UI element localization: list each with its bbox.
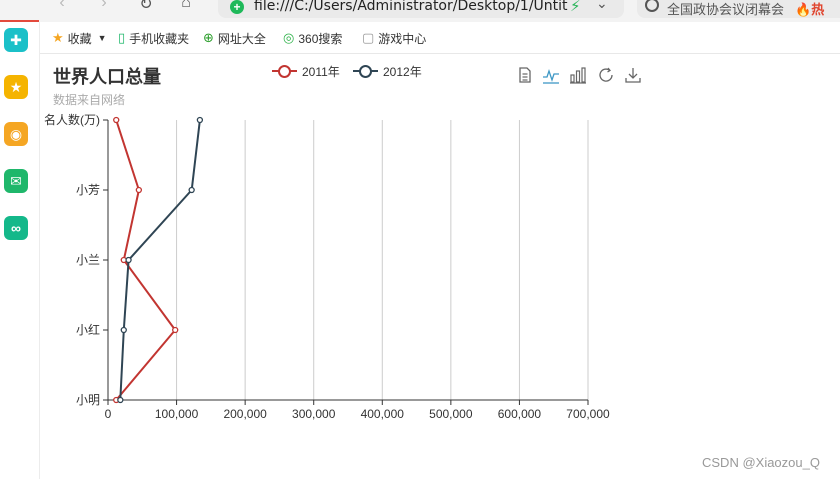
legend-label: 2011年 bbox=[302, 64, 340, 79]
y-tick-label: 小红 bbox=[76, 322, 100, 337]
data-point bbox=[120, 256, 127, 264]
bookmark-label: 网址大全 bbox=[217, 31, 266, 46]
y-tick-label: 小兰 bbox=[76, 253, 100, 267]
restore-icon[interactable] bbox=[597, 66, 615, 84]
page-icon: ▢ bbox=[362, 30, 375, 45]
bookmarks-bar: ★ 收藏 ▼ ▯ 手机收藏夹 ⊕ 网址大全 ◎ 360搜索 ▢ 游戏中心 bbox=[40, 22, 840, 54]
weibo-icon[interactable]: ◉ bbox=[4, 122, 28, 146]
x-tick-label: 200,000 bbox=[223, 407, 267, 421]
hot-badge-label: 热 bbox=[811, 2, 825, 17]
watermark: CSDN @Xiaozou_Q bbox=[702, 455, 820, 470]
chart-title: 世界人口总量 bbox=[53, 67, 161, 87]
forward-icon[interactable]: › bbox=[94, 0, 114, 14]
browser-toolbar: ‹ › ↻ ⌂ + file:///C:/Users/Administrator… bbox=[0, 0, 840, 22]
mail-icon[interactable]: ✉ bbox=[4, 169, 28, 193]
legend-label: 2012年 bbox=[383, 64, 422, 79]
cloud-icon[interactable]: ∞ bbox=[4, 216, 28, 240]
phone-icon: ▯ bbox=[118, 30, 126, 45]
bookmark-mobile[interactable]: ▯ 手机收藏夹 bbox=[118, 29, 189, 47]
add-site-icon[interactable]: + bbox=[230, 0, 244, 14]
bookmark-favorites[interactable]: ★ 收藏 ▼ bbox=[52, 29, 107, 47]
search-360-icon: ◎ bbox=[283, 30, 295, 45]
line-chart-icon[interactable] bbox=[542, 66, 560, 84]
data-point bbox=[188, 186, 195, 194]
data-view-icon[interactable] bbox=[516, 66, 534, 84]
series-line-2012年 bbox=[119, 119, 201, 401]
bookmark-label: 360搜索 bbox=[298, 31, 343, 46]
download-icon[interactable] bbox=[624, 66, 642, 84]
x-tick-label: 100,000 bbox=[155, 407, 199, 421]
search-box[interactable]: 全国政协会议闭幕会 🔥热 bbox=[637, 0, 840, 18]
legend-2012[interactable]: 2012年 bbox=[353, 63, 422, 79]
hot-badge: 🔥热 bbox=[795, 0, 824, 18]
bookmark-games[interactable]: ▢ 游戏中心 bbox=[362, 29, 426, 47]
bar-chart-icon[interactable] bbox=[569, 66, 587, 84]
home-icon[interactable]: ⌂ bbox=[176, 0, 196, 14]
data-point bbox=[172, 326, 179, 334]
bookmark-label: 手机收藏夹 bbox=[129, 31, 190, 46]
search-input[interactable]: 全国政协会议闭幕会 bbox=[667, 0, 784, 18]
y-tick-label: 小芳 bbox=[76, 183, 100, 197]
address-text[interactable]: file:///C:/Users/Administrator/Desktop/1… bbox=[254, 0, 568, 14]
sidebar-accent bbox=[0, 20, 39, 22]
caret-down-icon[interactable]: ▼ bbox=[98, 33, 107, 43]
series-line-2011年 bbox=[115, 119, 177, 401]
lightning-icon[interactable]: ⚡ bbox=[570, 0, 581, 15]
legend-2011[interactable]: 2011年 bbox=[272, 63, 340, 79]
legend-line-icon bbox=[353, 64, 378, 78]
fire-icon: 🔥 bbox=[795, 2, 812, 17]
x-tick-label: 400,000 bbox=[361, 407, 405, 421]
globe-icon: ⊕ bbox=[203, 30, 214, 45]
star-icon: ★ bbox=[52, 30, 64, 45]
data-point bbox=[125, 256, 132, 264]
x-tick-label: 500,000 bbox=[429, 407, 473, 421]
plus-app-icon[interactable]: ✚ bbox=[4, 28, 28, 52]
data-point bbox=[135, 186, 143, 194]
bookmark-360-search[interactable]: ◎ 360搜索 bbox=[283, 29, 342, 47]
x-tick-label: 0 bbox=[105, 407, 112, 421]
x-tick-label: 300,000 bbox=[292, 407, 336, 421]
chart-subtitle: 数据来自网络 bbox=[53, 93, 126, 107]
back-icon[interactable]: ‹ bbox=[52, 0, 72, 14]
y-tick-label: 小明 bbox=[76, 393, 100, 407]
x-tick-label: 600,000 bbox=[498, 407, 542, 421]
reload-icon[interactable]: ↻ bbox=[136, 0, 156, 14]
sidebar: ✚ ★ ◉ ✉ ∞ bbox=[0, 20, 40, 479]
bookmark-label: 收藏 bbox=[67, 31, 92, 46]
star-app-icon[interactable]: ★ bbox=[4, 75, 28, 99]
address-bar[interactable]: + file:///C:/Users/Administrator/Desktop… bbox=[218, 0, 624, 18]
data-point bbox=[113, 116, 120, 124]
search-icon bbox=[645, 0, 659, 12]
x-tick-label: 700,000 bbox=[566, 407, 610, 421]
legend-line-icon bbox=[272, 64, 297, 78]
data-point bbox=[113, 396, 120, 404]
bookmark-label: 游戏中心 bbox=[378, 31, 427, 46]
y-tick-label: 名人数(万) bbox=[44, 112, 100, 127]
data-point bbox=[117, 396, 124, 404]
data-point bbox=[120, 326, 127, 334]
chevron-down-icon[interactable]: ⌄ bbox=[596, 0, 608, 12]
data-point bbox=[196, 116, 204, 124]
bookmark-sites[interactable]: ⊕ 网址大全 bbox=[203, 29, 266, 47]
